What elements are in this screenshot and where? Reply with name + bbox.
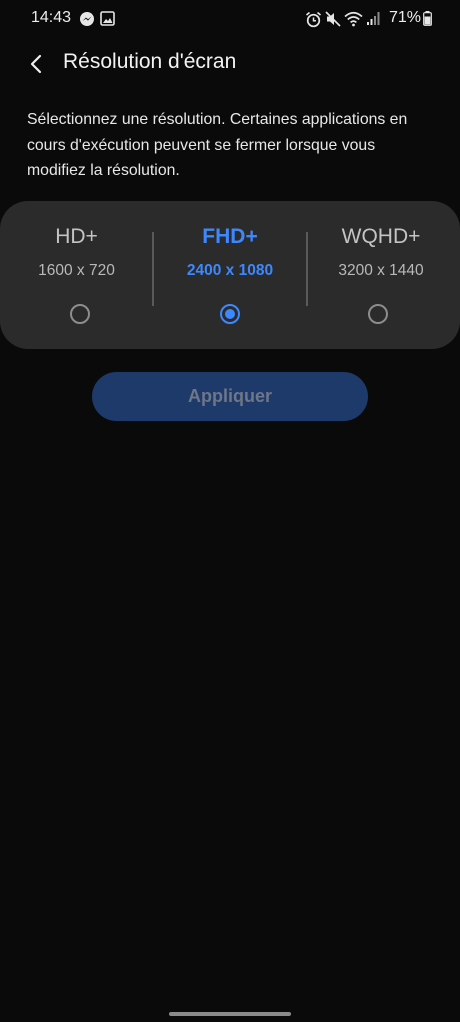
resolution-size: 3200 x 1440 <box>338 262 424 279</box>
description-text: Sélectionnez une résolution. Certaines a… <box>27 111 408 179</box>
resolution-option-hd[interactable]: HD+ 1600 x 720 <box>0 201 153 349</box>
radio-button-fhd[interactable] <box>220 304 240 324</box>
apply-button[interactable]: Appliquer <box>92 372 368 421</box>
gallery-icon <box>100 11 115 26</box>
resolution-option-wqhd[interactable]: WQHD+ 3200 x 1440 <box>308 201 454 349</box>
page-title: Résolution d'écran <box>63 50 237 73</box>
battery-percentage: 71% <box>389 9 422 26</box>
resolution-option-fhd[interactable]: FHD+ 2400 x 1080 <box>154 201 306 349</box>
wifi-icon <box>344 11 363 27</box>
alarm-icon <box>305 11 322 28</box>
back-button[interactable] <box>20 48 52 80</box>
mute-icon <box>325 11 341 27</box>
resolution-name: HD+ <box>55 225 98 248</box>
status-time: 14:43 <box>31 9 72 26</box>
resolution-selector: HD+ 1600 x 720 FHD+ 2400 x 1080 WQHD+ 32… <box>0 201 460 349</box>
chevron-left-icon <box>30 54 42 74</box>
status-bar: 14:43 71% <box>0 0 460 38</box>
messenger-icon <box>80 12 94 26</box>
resolution-name: FHD+ <box>202 225 258 248</box>
radio-button-hd[interactable] <box>70 304 90 324</box>
resolution-size: 2400 x 1080 <box>186 262 274 279</box>
radio-button-wqhd[interactable] <box>368 304 388 324</box>
battery-icon <box>423 11 432 26</box>
home-indicator[interactable] <box>169 1012 291 1016</box>
signal-icon <box>367 12 380 25</box>
resolution-size: 1600 x 720 <box>38 262 115 279</box>
resolution-name: WQHD+ <box>341 225 421 248</box>
